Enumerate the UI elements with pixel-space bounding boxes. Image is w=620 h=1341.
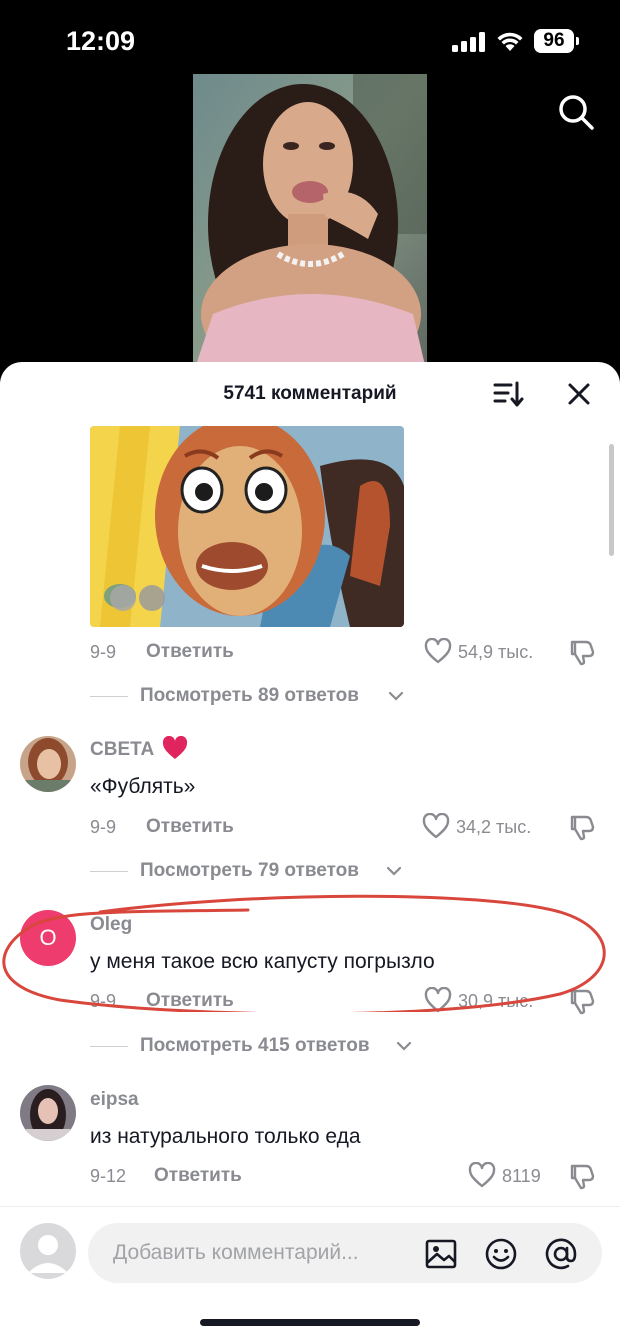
replies-divider — [90, 696, 128, 697]
dislike-icon[interactable] — [568, 1162, 596, 1190]
my-avatar[interactable] — [20, 1223, 76, 1279]
comment-username[interactable]: СВЕТА — [90, 739, 154, 761]
view-replies[interactable]: Посмотреть 89 ответов — [0, 682, 620, 712]
heart-icon[interactable] — [468, 1162, 496, 1188]
reply-button[interactable]: Ответить — [146, 641, 234, 663]
view-replies-label[interactable]: Посмотреть 415 ответов — [140, 1035, 370, 1057]
dislike-icon[interactable] — [568, 813, 596, 841]
wifi-icon — [497, 32, 523, 51]
comment-text: из натурального только еда — [90, 1125, 361, 1148]
comment-date: 9-12 — [90, 1166, 127, 1186]
comment-gif[interactable] — [90, 426, 404, 627]
comments-count-title: 5741 комментарий — [223, 383, 397, 404]
comment-text: «Фублять» — [90, 775, 196, 798]
search-icon[interactable] — [556, 92, 596, 132]
battery-indicator: 96 — [534, 29, 574, 53]
view-replies[interactable]: Посмотреть 415 ответов — [0, 1032, 620, 1062]
chevron-down-icon — [386, 866, 402, 876]
heart-emoji-icon — [162, 736, 188, 759]
status-bar: 12:09 96 — [0, 0, 620, 80]
replies-divider — [90, 1046, 128, 1047]
mention-icon[interactable] — [544, 1237, 578, 1271]
like-count: 54,9 тыс. — [458, 642, 534, 662]
signal-icon — [452, 32, 485, 52]
comment-input[interactable]: Добавить комментарий... — [88, 1223, 602, 1283]
avatar[interactable] — [20, 1085, 76, 1141]
comments-header: 5741 комментарий — [0, 362, 620, 424]
comment-username[interactable]: eipsa — [90, 1089, 139, 1111]
video-preview[interactable] — [193, 74, 427, 374]
like-count: 8119 — [502, 1166, 541, 1186]
heart-icon[interactable] — [422, 813, 450, 839]
red-circle-annotation — [2, 894, 606, 1012]
comment-date: 9-9 — [90, 817, 117, 837]
comment-meta: 9-9 Ответить 34,2 тыс. — [0, 813, 620, 843]
avatar[interactable] — [20, 736, 76, 792]
like-count: 34,2 тыс. — [456, 817, 532, 837]
comment-input-placeholder: Добавить комментарий... — [113, 1241, 359, 1264]
heart-icon[interactable] — [424, 638, 452, 664]
comment-meta: 9-9 Ответить 54,9 тыс. — [0, 638, 620, 668]
sort-icon[interactable] — [492, 380, 524, 408]
close-icon[interactable] — [565, 380, 593, 408]
comment-date: 9-9 — [90, 642, 117, 662]
image-icon[interactable] — [424, 1237, 458, 1271]
battery-cap — [576, 37, 579, 45]
replies-divider — [90, 871, 128, 872]
dislike-icon[interactable] — [568, 638, 596, 666]
scrollbar[interactable] — [609, 444, 614, 556]
comments-sheet: 5741 комментарий 9-9 Ответить 54,9 тыс. … — [0, 362, 620, 1341]
emoji-icon[interactable] — [484, 1237, 518, 1271]
reply-button[interactable]: Ответить — [154, 1165, 242, 1187]
chevron-down-icon — [388, 691, 404, 701]
home-indicator[interactable] — [200, 1319, 420, 1326]
reply-button[interactable]: Ответить — [146, 816, 234, 838]
view-replies-label[interactable]: Посмотреть 79 ответов — [140, 860, 359, 882]
chevron-down-icon — [396, 1041, 412, 1051]
status-time: 12:09 — [66, 26, 136, 56]
comment-meta: 9-12 Ответить 8119 — [0, 1162, 620, 1192]
view-replies-label[interactable]: Посмотреть 89 ответов — [140, 685, 359, 707]
